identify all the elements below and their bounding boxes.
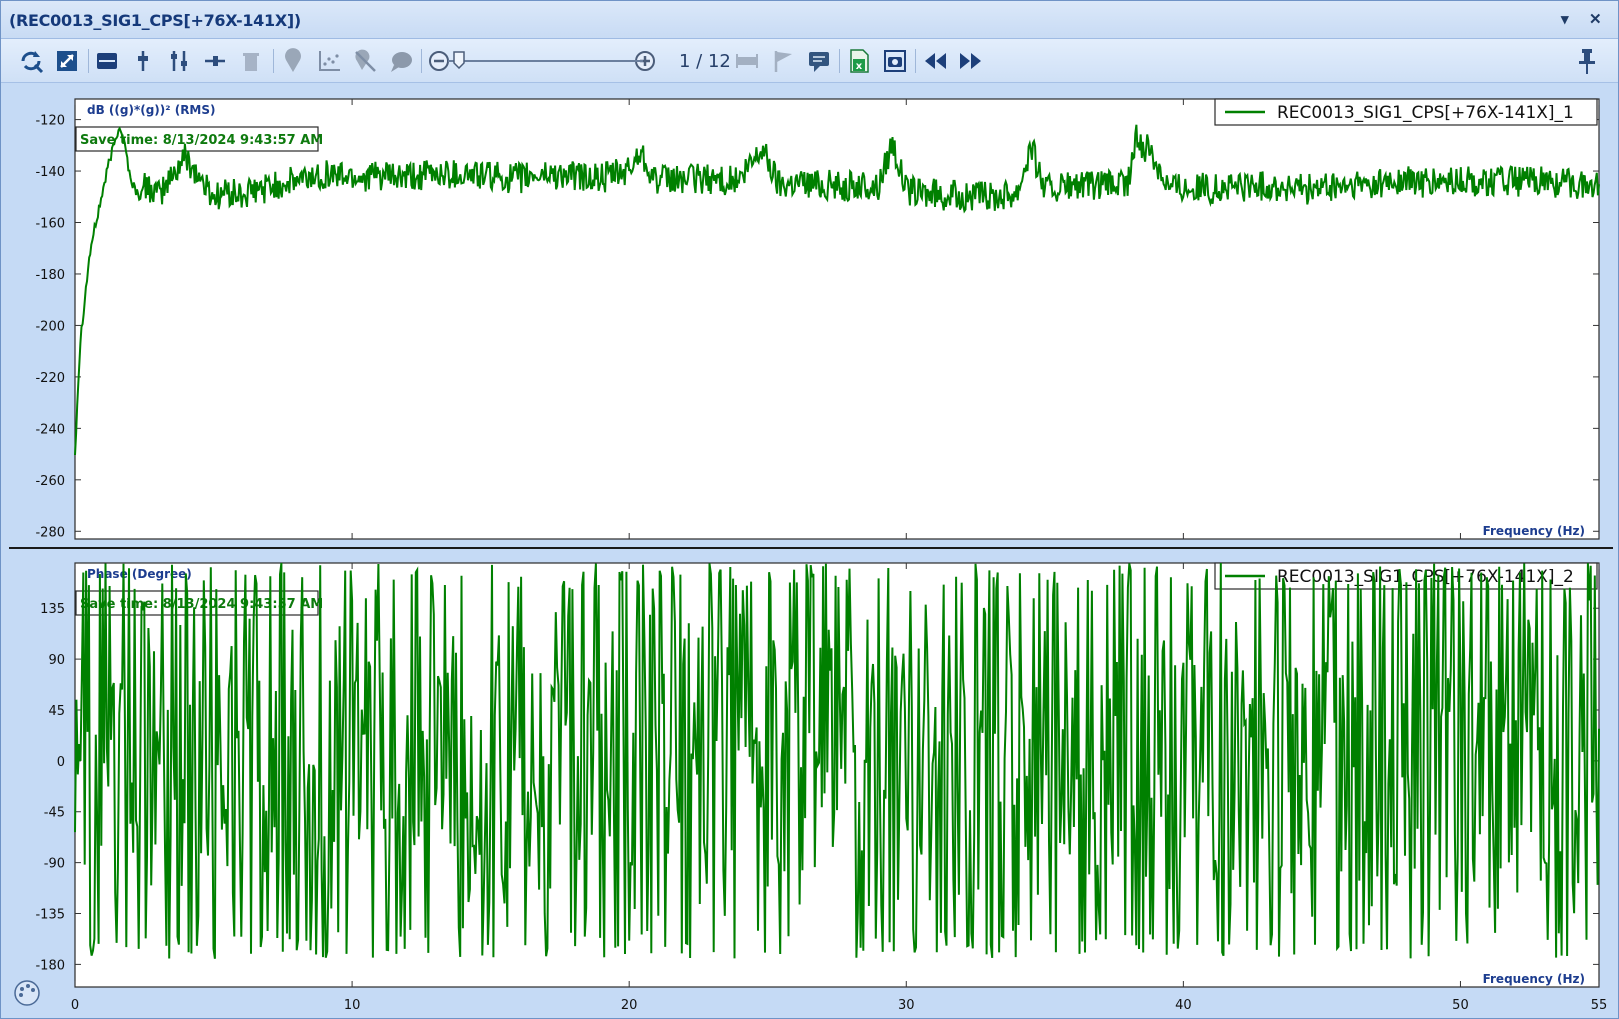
window-title: (REC0013_SIG1_CPS[+76X-141X]) xyxy=(9,11,301,30)
y-tick-label: -260 xyxy=(35,474,65,489)
y-tick-label: -160 xyxy=(35,217,65,232)
y-tick-label: -90 xyxy=(44,857,65,872)
magnitude-save-time: Save time: 8/13/2024 9:43:57 AM xyxy=(80,133,323,148)
y-tick-label: -180 xyxy=(35,958,65,973)
zoom-slider-thumb[interactable] xyxy=(453,51,465,69)
toolbar-separator xyxy=(273,49,274,73)
chart-window: (REC0013_SIG1_CPS[+76X-141X]) ▾ ✕ x 1 / … xyxy=(0,0,1619,1019)
cursor-horizontal-icon[interactable] xyxy=(201,47,229,75)
cursor-dual-icon[interactable] xyxy=(165,47,193,75)
y-tick-label: -140 xyxy=(35,165,65,180)
toolbar-separator xyxy=(839,49,840,73)
y-tick-label: -220 xyxy=(35,371,65,386)
toolbar-separator xyxy=(88,49,89,73)
magnitude-y-axis-label: dB ((g)*(g))² (RMS) xyxy=(87,103,216,117)
palette-icon[interactable] xyxy=(12,978,42,1008)
magnitude-legend-label: REC0013_SIG1_CPS[+76X-141X]_1 xyxy=(1277,103,1574,123)
magnitude-plot-area[interactable] xyxy=(74,98,1600,540)
fit-icon[interactable] xyxy=(53,47,81,75)
pin-icon[interactable] xyxy=(1575,47,1599,75)
toolbar-separator xyxy=(421,49,422,73)
layout-icon[interactable] xyxy=(93,47,121,75)
page-indicator: 1 / 12 xyxy=(679,51,731,72)
delete-cursor-icon[interactable] xyxy=(237,47,265,75)
x-tick-label: 10 xyxy=(344,998,361,1013)
y-tick-label: 90 xyxy=(48,653,65,668)
range-icon[interactable] xyxy=(733,47,761,75)
x-tick-label: 0 xyxy=(71,998,79,1013)
close-button[interactable]: ✕ xyxy=(1589,10,1602,28)
annotate-icon[interactable] xyxy=(805,47,833,75)
y-tick-label: 135 xyxy=(40,602,65,617)
y-tick-label: 45 xyxy=(48,704,65,719)
magnitude-chart[interactable]: -120 -140 -160 -180 -200 -220 -240 -260 -280 dB … xyxy=(9,85,1613,547)
y-tick-label: -45 xyxy=(44,806,65,821)
title-bar: (REC0013_SIG1_CPS[+76X-141X]) ▾ ✕ xyxy=(1,1,1618,39)
flag-icon[interactable] xyxy=(769,47,797,75)
phase-y-axis-label: Phase (Degree) xyxy=(87,567,192,581)
x-tick-label: 50 xyxy=(1452,998,1469,1013)
hide-marker-icon[interactable] xyxy=(351,47,379,75)
phase-x-axis-label: Frequency (Hz) xyxy=(1483,972,1585,986)
x-tick-label: 40 xyxy=(1175,998,1192,1013)
y-tick-label: -200 xyxy=(35,319,65,334)
x-tick-label: 20 xyxy=(621,998,638,1013)
phase-chart[interactable]: 135 90 45 0 -45 -90 -135 -180 0 10 20 30 40 50 55 Pha… xyxy=(9,549,1613,1015)
y-tick-label: -135 xyxy=(35,908,65,923)
excel-export-icon[interactable]: x xyxy=(845,47,873,75)
scatter-icon[interactable] xyxy=(315,47,343,75)
dropdown-button[interactable]: ▾ xyxy=(1561,10,1569,28)
y-tick-label: -280 xyxy=(35,525,65,540)
x-tick-label: 55 xyxy=(1591,998,1608,1013)
y-tick-label: -120 xyxy=(35,114,65,129)
svg-text:x: x xyxy=(856,61,863,72)
next-icon[interactable] xyxy=(957,47,985,75)
previous-icon[interactable] xyxy=(921,47,949,75)
y-tick-label: 0 xyxy=(57,755,65,770)
magnitude-x-axis-label: Frequency (Hz) xyxy=(1483,524,1585,538)
refresh-zoom-icon[interactable] xyxy=(17,47,45,75)
toolbar-separator xyxy=(915,49,916,73)
screenshot-icon[interactable] xyxy=(881,47,909,75)
y-tick-label: -240 xyxy=(35,422,65,437)
x-tick-label: 30 xyxy=(898,998,915,1013)
cursor-single-icon[interactable] xyxy=(129,47,157,75)
toolbar: x xyxy=(1,39,1618,83)
comment-icon[interactable] xyxy=(387,47,415,75)
phase-save-time: Save time: 8/13/2024 9:43:57 AM xyxy=(80,597,323,612)
marker-icon[interactable] xyxy=(279,47,307,75)
zoom-slider-track[interactable] xyxy=(448,60,643,62)
y-tick-label: -180 xyxy=(35,268,65,283)
